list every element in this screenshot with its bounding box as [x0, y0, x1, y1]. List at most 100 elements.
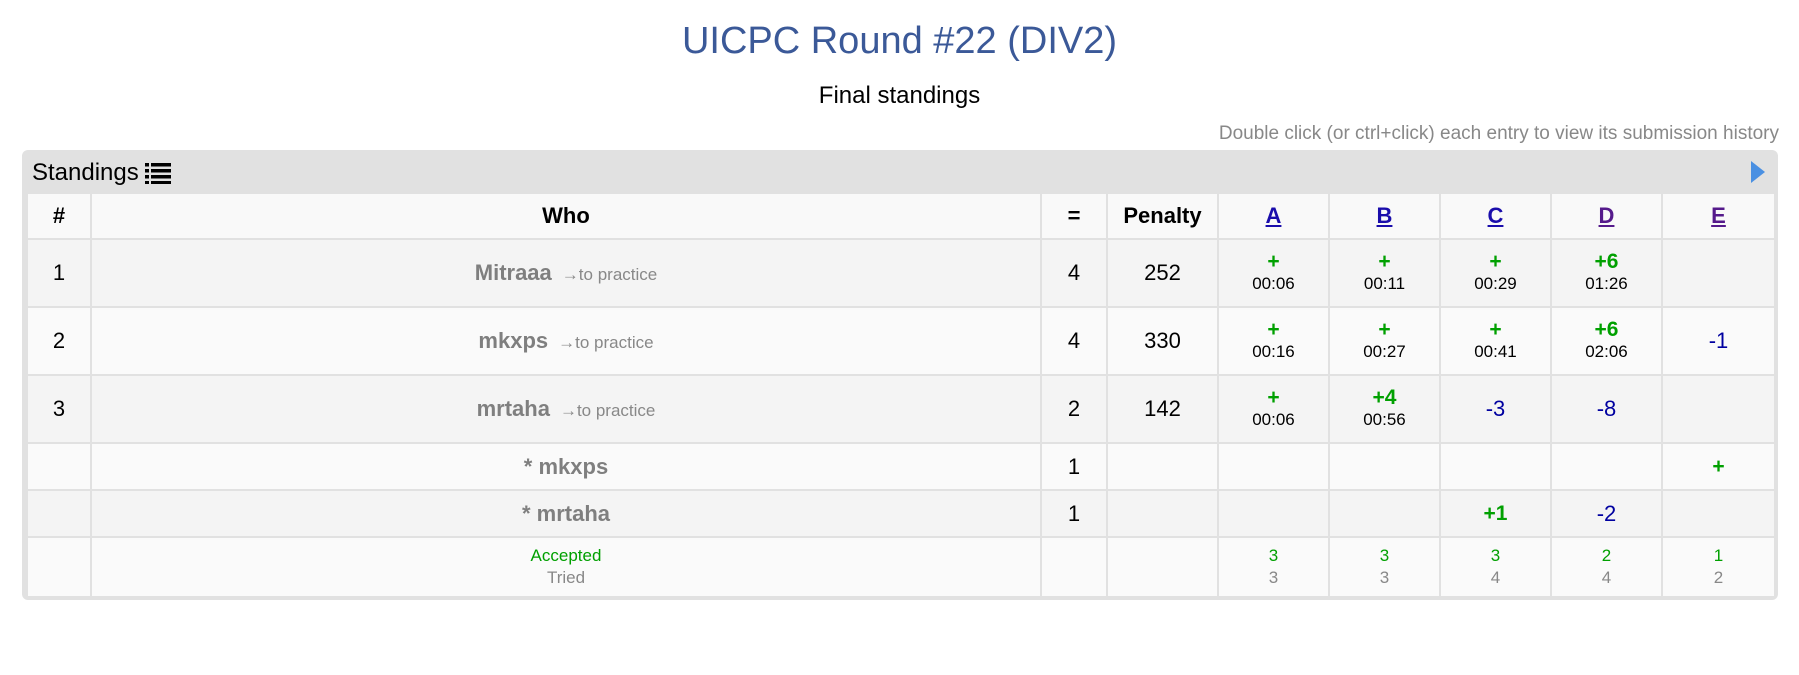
problem-cell[interactable]: [1217, 442, 1330, 491]
contestant-name: mkxps: [478, 328, 549, 353]
rank-cell: [26, 489, 92, 538]
result-accepted: +: [1378, 318, 1391, 341]
to-practice-link[interactable]: →to practice: [558, 333, 653, 352]
accepted-label: Accepted: [530, 546, 602, 565]
play-arrow-icon[interactable]: [1750, 160, 1766, 184]
problem-cell[interactable]: +6 01:26: [1550, 238, 1663, 308]
stats-cell: 34: [1439, 536, 1552, 598]
stats-cell: 33: [1328, 536, 1441, 598]
problem-cell[interactable]: [1661, 238, 1776, 308]
result-accepted: +: [1489, 250, 1502, 273]
unofficial-row[interactable]: * mrtaha 1 +1 -2: [26, 489, 1776, 538]
solved-cell: 2: [1040, 374, 1108, 444]
problem-cell[interactable]: -2: [1550, 489, 1663, 538]
rank-cell: 1: [26, 238, 92, 308]
result-time: 00:06: [1252, 274, 1295, 293]
tried-count: 4: [1490, 568, 1501, 587]
problem-cell[interactable]: +00:11: [1328, 238, 1441, 308]
solved-cell: [1040, 536, 1108, 598]
tried-count: 2: [1713, 568, 1724, 587]
problem-c-link[interactable]: C: [1488, 203, 1504, 228]
rank-column-header: #: [26, 192, 92, 240]
standings-panel-title: Standings: [32, 159, 139, 186]
result-accepted: +: [1378, 250, 1391, 273]
result-accepted: +: [1489, 318, 1502, 341]
result-accepted: +: [1267, 386, 1280, 409]
problem-cell[interactable]: +00:29: [1439, 238, 1552, 308]
problem-cell[interactable]: [1439, 442, 1552, 491]
to-practice-link[interactable]: →to practice: [560, 401, 655, 420]
problem-cell[interactable]: +00:41: [1439, 306, 1552, 376]
tried-count: 3: [1268, 568, 1279, 587]
result-time: 01:26: [1585, 274, 1628, 293]
penalty-cell: [1106, 536, 1219, 598]
penalty-cell: 142: [1106, 374, 1219, 444]
problem-d-link[interactable]: D: [1599, 203, 1615, 228]
penalty-column-header: Penalty: [1106, 192, 1219, 240]
contestant-name: Mitraaa: [474, 260, 552, 285]
problem-cell[interactable]: +00:16: [1217, 306, 1330, 376]
problem-cell[interactable]: [1328, 442, 1441, 491]
standings-panel: Standings # Who = Penalty A B C D E 1 Mi…: [22, 150, 1778, 600]
problem-cell[interactable]: +: [1661, 442, 1776, 491]
result-rejected: -3: [1485, 396, 1506, 421]
problem-cell[interactable]: [1217, 489, 1330, 538]
table-row[interactable]: 3 mrtaha →to practice 2 142 +00:06 +4 00:5…: [26, 374, 1776, 444]
accepted-count: 1: [1713, 546, 1724, 565]
result-rejected: -2: [1596, 500, 1617, 526]
unofficial-row[interactable]: * mkxps 1 +: [26, 442, 1776, 491]
list-icon[interactable]: [144, 162, 171, 184]
problem-cell[interactable]: +6 02:06: [1550, 306, 1663, 376]
penalty-cell: [1106, 442, 1219, 491]
result-time: 00:11: [1363, 274, 1406, 293]
accepted-count: 2: [1601, 546, 1612, 565]
result-rejected: -1: [1708, 328, 1729, 353]
problem-e-link[interactable]: E: [1711, 203, 1726, 228]
problem-cell[interactable]: +00:27: [1328, 306, 1441, 376]
result-accepted: +6: [1594, 318, 1619, 341]
to-practice-link[interactable]: →to practice: [562, 265, 657, 284]
problem-cell[interactable]: [1328, 489, 1441, 538]
table-row[interactable]: 2 mkxps →to practice 4 330 +00:16 +00:27 …: [26, 306, 1776, 376]
result-time: 00:56: [1363, 410, 1406, 429]
problem-cell[interactable]: +00:06: [1217, 238, 1330, 308]
result-time: 00:29: [1474, 274, 1517, 293]
result-accepted: +6: [1594, 250, 1619, 273]
table-row[interactable]: 1 Mitraaa →to practice 4 252 +00:06 +00:1…: [26, 238, 1776, 308]
problem-cell[interactable]: -8: [1550, 374, 1663, 444]
result-time: 00:41: [1474, 342, 1517, 361]
solved-cell: 1: [1040, 489, 1108, 538]
penalty-cell: 330: [1106, 306, 1219, 376]
penalty-cell: 252: [1106, 238, 1219, 308]
problem-e-header: E: [1661, 192, 1776, 240]
result-time: 00:06: [1252, 410, 1295, 429]
result-accepted: +4: [1372, 386, 1397, 409]
problem-b-link[interactable]: B: [1377, 203, 1393, 228]
page-title: UICPC Round #22 (DIV2): [681, 20, 1118, 62]
problem-cell[interactable]: [1550, 442, 1663, 491]
problem-cell[interactable]: +1: [1439, 489, 1552, 538]
submission-history-hint: Double click (or ctrl+click) each entry …: [1218, 123, 1779, 144]
stats-cell: 33: [1217, 536, 1330, 598]
tried-count: 4: [1601, 568, 1612, 587]
solved-column-header: =: [1040, 192, 1108, 240]
rank-cell: [26, 442, 92, 491]
problem-cell[interactable]: [1661, 374, 1776, 444]
problem-cell[interactable]: [1661, 489, 1776, 538]
problem-a-header: A: [1217, 192, 1330, 240]
result-time: 00:27: [1363, 342, 1406, 361]
problem-cell[interactable]: -1: [1661, 306, 1776, 376]
stats-labels-cell: Accepted Tried: [90, 536, 1042, 598]
rank-cell: 3: [26, 374, 92, 444]
accepted-count: 3: [1490, 546, 1501, 565]
who-cell: * mkxps: [90, 442, 1042, 491]
problem-cell[interactable]: +4 00:56: [1328, 374, 1441, 444]
standings-panel-header: Standings: [32, 159, 171, 186]
who-cell: mrtaha →to practice: [90, 374, 1042, 444]
result-time: 02:06: [1585, 342, 1628, 361]
problem-cell[interactable]: -3: [1439, 374, 1552, 444]
tried-label: Tried: [546, 568, 586, 587]
problem-cell[interactable]: +00:06: [1217, 374, 1330, 444]
problem-a-link[interactable]: A: [1266, 203, 1282, 228]
who-cell: mkxps →to practice: [90, 306, 1042, 376]
